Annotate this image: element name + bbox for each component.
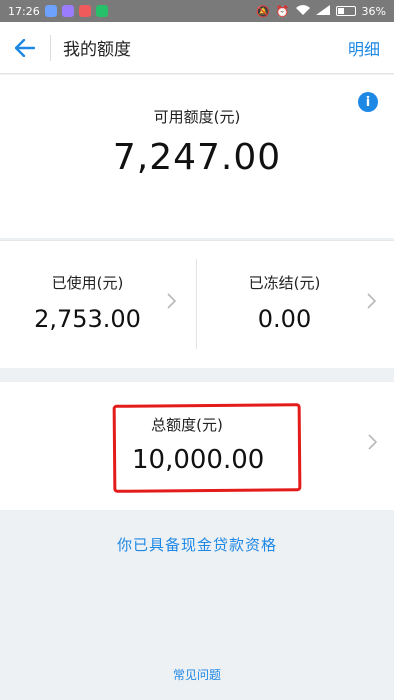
details-button[interactable]: 明细 xyxy=(348,36,380,60)
available-credit-card: i 可用额度(元) 7,247.00 xyxy=(0,75,394,238)
signal-icon xyxy=(315,4,330,18)
total-credit-item[interactable]: 总额度(元) 10,000.00 xyxy=(0,382,394,510)
used-frozen-row: 已使用(元) 2,753.00 已冻结(元) 0.00 xyxy=(0,240,394,368)
battery-icon xyxy=(335,6,356,16)
frozen-credit-item[interactable]: 已冻结(元) 0.00 xyxy=(197,241,394,369)
status-time: 17:26 xyxy=(8,4,40,18)
available-credit-value: 7,247.00 xyxy=(112,137,282,178)
total-credit-label: 总额度(元) xyxy=(151,416,223,434)
arrow-left-icon xyxy=(15,38,35,57)
app-icon-2 xyxy=(61,5,74,17)
battery-fill xyxy=(337,8,345,14)
status-bar-right: 🔕 ⏰ 36% xyxy=(256,4,386,18)
status-bar-left: 17:26 xyxy=(8,5,108,18)
cash-loan-link[interactable]: 你已具备现金贷款资格 xyxy=(0,534,394,555)
app-icon-4 xyxy=(95,5,108,17)
app-icon-1 xyxy=(44,5,57,17)
battery-percent: 36% xyxy=(361,4,386,18)
alarm-icon: ⏰ xyxy=(275,4,290,18)
nav-bar: 我的额度 明细 xyxy=(0,22,394,74)
wifi-icon xyxy=(295,4,310,18)
chevron-right-icon xyxy=(167,293,177,314)
used-credit-value: 2,753.00 xyxy=(34,305,141,333)
frozen-credit-value: 0.00 xyxy=(257,305,312,333)
used-credit-label: 已使用(元) xyxy=(51,274,124,292)
chevron-right-icon xyxy=(368,434,378,455)
status-bar: 17:26 🔕 ⏰ 36% xyxy=(0,0,394,22)
faq-link[interactable]: 常见问题 xyxy=(0,666,394,683)
app-root: 17:26 🔕 ⏰ 36% 我的额度 明细 i 可用额度(元) 7,247.00… xyxy=(0,0,394,700)
nav-divider xyxy=(50,34,51,61)
chevron-right-icon xyxy=(367,293,377,314)
total-credit-value: 10,000.00 xyxy=(132,445,265,475)
back-button[interactable] xyxy=(0,22,50,74)
weibo-icon xyxy=(78,5,91,17)
available-credit-label: 可用额度(元) xyxy=(153,108,241,126)
page-title: 我的额度 xyxy=(63,40,131,60)
mute-icon: 🔕 xyxy=(256,4,270,18)
frozen-credit-label: 已冻结(元) xyxy=(248,274,321,292)
used-credit-item[interactable]: 已使用(元) 2,753.00 xyxy=(0,241,196,369)
